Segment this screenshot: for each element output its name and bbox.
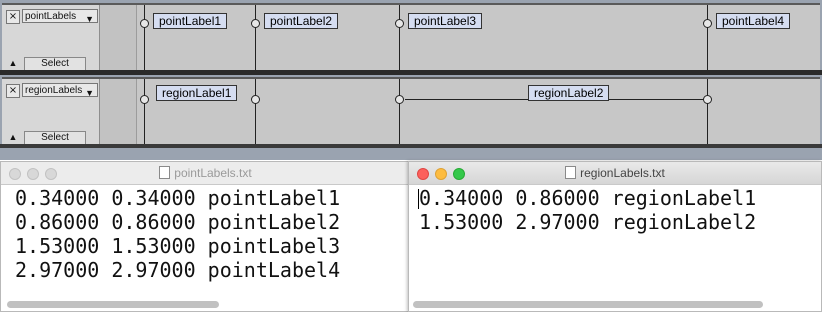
point-label-track: × pointLabels ▼ ▲ Select pointLabel1 poi… [2,3,820,72]
label-marker-line [255,5,256,72]
point-label[interactable]: pointLabel2 [264,13,339,29]
text-line: 0.86000 0.86000 pointLabel2 [15,210,341,234]
text-line: 1.53000 2.97000 regionLabel2 [419,210,757,234]
text-line: 0.34000 0.86000 regionLabel1 [419,186,757,210]
region-start-handle[interactable] [140,95,149,104]
point-label[interactable]: pointLabel4 [716,13,791,29]
label-handle[interactable] [395,19,404,28]
text-line: 1.53000 1.53000 pointLabel3 [15,234,341,258]
window-title-text: pointLabels.txt [174,166,252,180]
horizontal-scrollbar[interactable] [7,301,219,308]
label-handle[interactable] [140,19,149,28]
window-titlebar[interactable]: pointLabels.txt [1,162,410,185]
window-title-text: regionLabels.txt [580,166,665,180]
track-gutter [100,79,137,146]
region-end-handle[interactable] [251,95,260,104]
close-track-button[interactable]: × [6,84,20,98]
window-titlebar[interactable]: regionLabels.txt [409,162,821,185]
track-name-menu[interactable]: pointLabels ▼ [22,9,98,24]
point-label[interactable]: pointLabel1 [153,13,228,29]
collapse-track-button[interactable]: ▲ [6,57,20,70]
track-separator [0,70,822,75]
label-lane[interactable]: regionLabel1 regionLabel2 [137,79,820,146]
label-marker-line [399,5,400,72]
region-end-handle[interactable] [703,95,712,104]
window-title: pointLabels.txt [1,166,410,180]
region-label-track: × regionLabels ▼ ▲ Select regionLabel1 r… [2,77,820,146]
label-handle[interactable] [703,19,712,28]
text-editor[interactable]: 0.34000 0.86000 regionLabel1 1.53000 2.97… [419,186,756,234]
document-icon [565,166,577,179]
text-line: 0.34000 0.34000 pointLabel1 [15,186,341,210]
horizontal-scrollbar[interactable] [413,301,763,308]
text-editor[interactable]: 0.34000 0.34000 pointLabel1 0.86000 0.860… [15,186,340,282]
point-labels-window: pointLabels.txt 0.34000 0.34000 pointLab… [0,161,411,312]
label-marker-line [144,5,145,72]
point-label[interactable]: pointLabel3 [408,13,483,29]
window-title: regionLabels.txt [409,166,821,180]
region-end-line [707,79,708,146]
document-icon [159,166,171,179]
track-control-panel: × regionLabels ▼ ▲ Select [2,79,100,146]
chevron-down-icon: ▼ [85,14,94,24]
label-marker-line [707,5,708,72]
region-start-handle[interactable] [395,95,404,104]
collapse-track-button[interactable]: ▲ [6,131,20,144]
label-handle[interactable] [251,19,260,28]
track-control-panel: × pointLabels ▼ ▲ Select [2,5,100,72]
track-name: regionLabels [25,85,83,96]
region-start-line [399,79,400,146]
region-labels-window: regionLabels.txt 0.34000 0.86000 regionL… [408,161,822,312]
label-tracks-area: × pointLabels ▼ ▲ Select pointLabel1 poi… [0,0,822,160]
track-name-menu[interactable]: regionLabels ▼ [22,83,98,98]
track-gutter [100,5,137,72]
region-label[interactable]: regionLabel2 [528,85,610,101]
track-separator [0,144,822,148]
label-lane[interactable]: pointLabel1 pointLabel2 pointLabel3 poin… [137,5,820,72]
region-end-line [255,79,256,146]
region-label[interactable]: regionLabel1 [156,85,238,101]
close-track-button[interactable]: × [6,10,20,24]
track-name: pointLabels [25,11,77,22]
text-line: 2.97000 2.97000 pointLabel4 [15,258,341,282]
chevron-down-icon: ▼ [85,88,94,98]
region-start-line [144,79,145,146]
